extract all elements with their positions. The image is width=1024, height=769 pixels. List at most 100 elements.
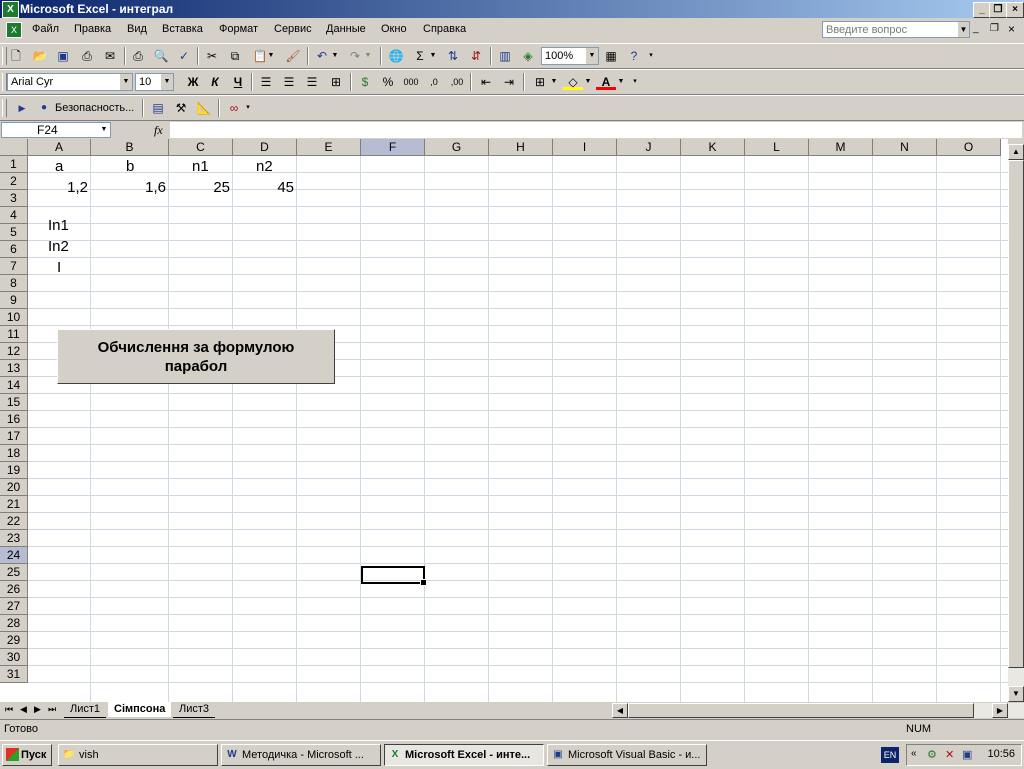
cell-d1[interactable]: n2 (256, 157, 273, 177)
design-mode-icon[interactable]: 📐 (194, 98, 214, 118)
row-header-5[interactable]: 5 (0, 224, 28, 241)
row-header-29[interactable]: 29 (0, 632, 28, 649)
save-icon[interactable]: ▣ (53, 46, 73, 66)
thousands-button[interactable]: 000 (401, 72, 421, 92)
monitor-icon[interactable]: ▣ (962, 748, 972, 761)
help-search-input[interactable]: Введите вопрос (822, 21, 970, 38)
row-header-22[interactable]: 22 (0, 513, 28, 530)
layout-icon[interactable]: ▦ (601, 46, 621, 66)
column-header-j[interactable]: J (617, 139, 681, 156)
worksheet-grid[interactable]: ABCDEFGHIJKLMNO 1 2 3 4 5 6 7 8 9 10 11 12 13 14 15 16 1… (0, 139, 1008, 702)
cell-a2[interactable]: 1,2 (28, 178, 88, 198)
horizontal-scroll-thumb[interactable] (628, 703, 974, 718)
decrease-indent-icon[interactable]: ⇤ (476, 72, 496, 92)
sheet-tab-list1[interactable]: Лист1 (64, 702, 107, 718)
format-painter-icon[interactable]: 🖌 (283, 46, 303, 66)
row-header-2[interactable]: 2 (0, 173, 28, 190)
vertical-scroll-thumb[interactable] (1008, 160, 1024, 668)
cell-a6[interactable]: I (57, 258, 61, 278)
open-icon[interactable]: 📂 (30, 46, 50, 66)
menu-insert[interactable]: Вставка (162, 23, 203, 35)
sheet-tab-list3[interactable]: Лист3 (173, 702, 216, 718)
language-indicator[interactable]: EN (881, 747, 899, 763)
borders-icon[interactable]: ⊞ (530, 72, 550, 92)
permission-icon[interactable]: ⎙ (77, 46, 97, 66)
row-header-4[interactable]: 4 (0, 207, 28, 224)
first-sheet-icon[interactable]: ⏮ (5, 704, 13, 715)
row-header-20[interactable]: 20 (0, 479, 28, 496)
column-header-l[interactable]: L (745, 139, 809, 156)
row-header-30[interactable]: 30 (0, 649, 28, 666)
chevron-down-icon[interactable]: ▼ (958, 22, 969, 37)
doc-close-button[interactable]: × (1008, 22, 1015, 36)
menu-file[interactable]: Файл (32, 23, 59, 35)
close-button[interactable]: × (1006, 2, 1024, 18)
copy-icon[interactable]: ⧉ (225, 46, 245, 66)
column-header-a[interactable]: A (28, 139, 91, 156)
control-toolbox-icon[interactable]: ⚒ (171, 98, 191, 118)
font-color-icon[interactable]: A (596, 72, 616, 90)
formula-input[interactable] (170, 122, 1022, 138)
cell-a4[interactable]: In1 (48, 216, 69, 236)
hyperlink-icon[interactable]: 🌐 (386, 46, 406, 66)
cell-a1[interactable]: a (55, 157, 63, 177)
chevron-down-icon[interactable]: ▼ (330, 46, 340, 66)
row-header-18[interactable]: 18 (0, 445, 28, 462)
align-left-icon[interactable]: ☰ (256, 72, 276, 92)
zoom-select[interactable]: 100% ▼ (541, 47, 599, 65)
row-header-11[interactable]: 11 (0, 326, 28, 343)
align-right-icon[interactable]: ☰ (302, 72, 322, 92)
print-icon[interactable]: ⎙ (128, 46, 148, 66)
row-header-15[interactable]: 15 (0, 394, 28, 411)
bold-button[interactable]: Ж (183, 72, 203, 92)
row-header-23[interactable]: 23 (0, 530, 28, 547)
spelling-icon[interactable]: ✓ (174, 46, 194, 66)
toolbar-options-icon[interactable]: ▾ (646, 46, 656, 66)
horizontal-scrollbar[interactable]: ◀ ▶ (612, 703, 1024, 718)
toolbar-options-icon[interactable]: ▾ (630, 72, 640, 92)
chevron-down-icon[interactable]: ▼ (428, 46, 438, 66)
task-word[interactable]: W Методичка - Microsoft ... (221, 744, 381, 766)
row-header-10[interactable]: 10 (0, 309, 28, 326)
scroll-up-icon[interactable]: ▲ (1008, 144, 1024, 160)
row-header-26[interactable]: 26 (0, 581, 28, 598)
column-header-c[interactable]: C (169, 139, 233, 156)
row-header-8[interactable]: 8 (0, 275, 28, 292)
chevron-down-icon[interactable]: ▼ (98, 123, 110, 137)
row-header-25[interactable]: 25 (0, 564, 28, 581)
chevron-down-icon[interactable]: ▼ (363, 46, 373, 66)
chevron-down-icon[interactable]: ▼ (616, 72, 626, 92)
print-preview-icon[interactable]: 🔍 (151, 46, 171, 66)
chevron-down-icon[interactable]: ▼ (586, 48, 598, 64)
insert-function-icon[interactable]: fx (154, 123, 163, 138)
run-macro-icon[interactable]: ▶ (12, 98, 32, 118)
menu-edit[interactable]: Правка (74, 23, 111, 35)
column-header-o[interactable]: O (937, 139, 1001, 156)
security-button[interactable]: Безопасность... (55, 102, 134, 114)
chevron-down-icon[interactable]: ▼ (120, 74, 132, 90)
underline-button[interactable]: Ч (228, 72, 248, 92)
name-box[interactable]: F24 ▼ (1, 122, 111, 138)
network-icon[interactable]: ⚙ (927, 748, 937, 761)
scroll-right-icon[interactable]: ▶ (992, 703, 1008, 718)
row-header-17[interactable]: 17 (0, 428, 28, 445)
new-icon[interactable]: 🗋 (6, 46, 26, 66)
last-sheet-icon[interactable]: ⏭ (48, 704, 56, 715)
row-header-28[interactable]: 28 (0, 615, 28, 632)
cell-a5[interactable]: In2 (48, 237, 69, 257)
row-header-1[interactable]: 1 (0, 156, 28, 173)
chevron-down-icon[interactable]: ▼ (583, 72, 593, 92)
column-header-h[interactable]: H (489, 139, 553, 156)
column-header-g[interactable]: G (425, 139, 489, 156)
percent-button[interactable]: % (378, 72, 398, 92)
row-header-13[interactable]: 13 (0, 360, 28, 377)
row-header-9[interactable]: 9 (0, 292, 28, 309)
fill-color-icon[interactable]: ◇ (563, 72, 583, 90)
restore-button[interactable]: ❐ (989, 2, 1007, 18)
column-header-d[interactable]: D (233, 139, 297, 156)
record-macro-icon[interactable]: ● (34, 98, 54, 118)
currency-icon[interactable]: $ (355, 72, 375, 92)
italic-button[interactable]: К (205, 72, 225, 92)
fill-handle[interactable] (420, 579, 427, 586)
column-header-e[interactable]: E (297, 139, 361, 156)
